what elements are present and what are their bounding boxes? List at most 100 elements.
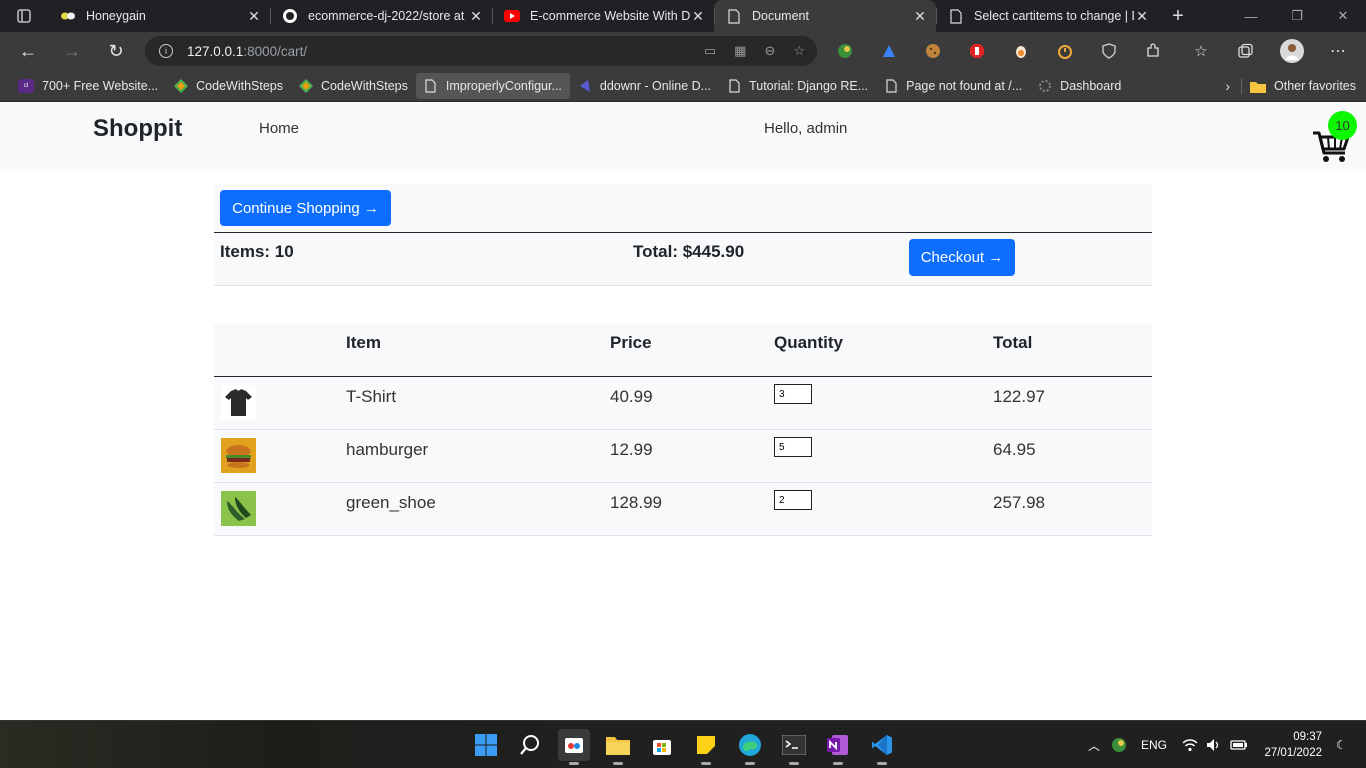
document-icon [727, 78, 741, 93]
running-indicator [613, 762, 623, 765]
close-window-icon[interactable]: ✕ [1320, 0, 1366, 32]
colorlib-icon: cl [18, 78, 34, 93]
profile-avatar[interactable] [1277, 32, 1307, 70]
restore-icon[interactable]: ❐ [1274, 0, 1320, 32]
checkout-button[interactable]: Checkout → [909, 239, 1015, 276]
nav-home-link[interactable]: Home [259, 120, 299, 137]
quantity-input[interactable] [774, 384, 812, 404]
bookmark-item[interactable]: cl 700+ Free Website... [10, 73, 166, 99]
collections-icon[interactable] [1230, 32, 1260, 70]
other-favorites[interactable]: Other favorites [1250, 70, 1356, 102]
browser-tab[interactable]: Select cartitems to change | D ✕ [936, 0, 1158, 32]
wifi-icon[interactable] [1182, 721, 1198, 768]
cart-count-badge: 10 [1328, 111, 1357, 140]
url-text: 127.0.0.1:8000/cart/ [187, 43, 308, 59]
running-indicator [877, 762, 887, 765]
settings-more-icon[interactable]: ⋯ [1323, 32, 1353, 70]
microsoft-store-icon[interactable] [646, 729, 678, 761]
summary-divider [214, 232, 1152, 233]
extension-egg-icon[interactable] [1006, 32, 1036, 70]
back-icon[interactable]: ← [6, 32, 50, 70]
close-tab-icon[interactable]: ✕ [468, 8, 484, 25]
dashboard-icon [1038, 79, 1052, 93]
browser-tab[interactable]: E-commerce Website With Dj ✕ [492, 0, 714, 32]
item-name: T-Shirt [346, 387, 397, 406]
extensions-puzzle-icon[interactable] [1138, 32, 1168, 70]
extension-arrow-icon[interactable] [874, 32, 904, 70]
web-page: Shoppit Home Hello, admin 10 Continue Sh… [0, 103, 1366, 720]
cart-items-table: Item Price Quantity Total T-Shirt 40.99 … [214, 324, 1152, 536]
address-bar-icons: ▭ ▦ ⊖ ☆ [704, 43, 805, 59]
continue-shopping-button[interactable]: Continue Shopping → [220, 190, 391, 226]
system-clock[interactable]: 09:37 27/01/2022 [1264, 729, 1322, 761]
close-tab-icon[interactable]: ✕ [246, 8, 262, 25]
site-info-icon[interactable]: i [159, 44, 173, 58]
sticky-notes-icon[interactable] [690, 729, 722, 765]
running-indicator [745, 762, 755, 765]
document-icon [884, 78, 898, 93]
zoom-icon[interactable]: ⊖ [764, 43, 775, 59]
tab-title: Document [752, 9, 809, 23]
hamburger-product-image [221, 438, 256, 473]
file-explorer-icon[interactable] [602, 729, 634, 765]
volume-icon[interactable] [1206, 721, 1222, 768]
browser-tab-strip: Honeygain ✕ ecommerce-dj-2022/store at ✕… [0, 0, 1366, 32]
extension-adblock-icon[interactable] [962, 32, 992, 70]
item-total: 257.98 [993, 493, 1045, 512]
quantity-input[interactable] [774, 437, 812, 457]
browser-tab[interactable]: Honeygain ✕ [48, 0, 270, 32]
add-favorite-icon[interactable]: ☆ [793, 43, 805, 59]
notifications-moon-icon[interactable]: ☾ [1336, 721, 1347, 768]
bookmark-item[interactable]: CodeWithSteps [166, 73, 291, 99]
bookmark-item[interactable]: CodeWithSteps [291, 73, 416, 99]
browser-tab-active[interactable]: Document ✕ [714, 0, 936, 32]
bookmark-item[interactable]: ImproperlyConfigur... [415, 72, 570, 99]
running-indicator [569, 762, 579, 765]
folder-icon [1250, 80, 1267, 93]
header-quantity: Quantity [774, 333, 843, 352]
close-tab-icon[interactable]: ✕ [690, 8, 706, 25]
bookmarks-overflow-chevron-icon[interactable]: › [1225, 70, 1230, 102]
input-language-indicator[interactable]: ENG [1141, 721, 1167, 768]
show-hidden-icons-chevron-icon[interactable]: ︿ [1088, 721, 1100, 768]
document-favicon-icon [726, 8, 742, 24]
address-bar[interactable]: i 127.0.0.1:8000/cart/ ▭ ▦ ⊖ ☆ [145, 36, 817, 66]
tray-globe-icon[interactable] [1111, 721, 1127, 768]
extension-globe-icon[interactable] [830, 32, 860, 70]
forward-icon[interactable]: → [50, 32, 94, 70]
brand-logo[interactable]: Shoppit [93, 115, 182, 143]
terminal-icon[interactable] [778, 729, 810, 765]
new-tab-button[interactable]: + [1158, 0, 1198, 32]
qr-code-icon[interactable]: ▦ [734, 43, 746, 59]
app-available-icon[interactable]: ▭ [704, 43, 716, 59]
search-icon[interactable] [514, 729, 546, 761]
browser-tab[interactable]: ecommerce-dj-2022/store at ✕ [270, 0, 492, 32]
start-menu-icon[interactable] [470, 729, 502, 761]
extension-cookie-icon[interactable] [918, 32, 948, 70]
tab-title: Honeygain [86, 9, 146, 23]
refresh-icon[interactable]: ↻ [94, 32, 138, 70]
cart-summary: Continue Shopping → Items: 10 Total: $44… [214, 184, 1152, 286]
quantity-input[interactable] [774, 490, 812, 510]
bookmark-item[interactable]: Dashboard [1030, 73, 1129, 99]
extension-timer-icon[interactable] [1050, 32, 1080, 70]
item-price: 12.99 [610, 440, 653, 459]
window-controls: — ❐ ✕ [1228, 0, 1366, 32]
tab-actions-icon[interactable] [0, 0, 48, 32]
edge-browser-icon[interactable] [734, 729, 766, 765]
snipping-tool-icon[interactable] [558, 729, 590, 765]
bookmark-item[interactable]: ddownr - Online D... [570, 73, 719, 99]
extension-shield-icon[interactable] [1094, 32, 1124, 70]
green-shoe-product-image [221, 491, 256, 526]
item-total: 122.97 [993, 387, 1045, 406]
favorites-icon[interactable]: ☆ [1186, 32, 1216, 70]
vscode-icon[interactable] [866, 729, 898, 765]
battery-icon[interactable] [1230, 721, 1248, 768]
close-tab-icon[interactable]: ✕ [1134, 8, 1150, 25]
user-greeting: Hello, admin [764, 120, 848, 137]
bookmark-item[interactable]: Page not found at /... [876, 73, 1030, 99]
bookmark-item[interactable]: Tutorial: Django RE... [719, 73, 876, 99]
onenote-icon[interactable] [822, 729, 854, 765]
minimize-icon[interactable]: — [1228, 0, 1274, 32]
close-tab-icon[interactable]: ✕ [912, 8, 928, 25]
